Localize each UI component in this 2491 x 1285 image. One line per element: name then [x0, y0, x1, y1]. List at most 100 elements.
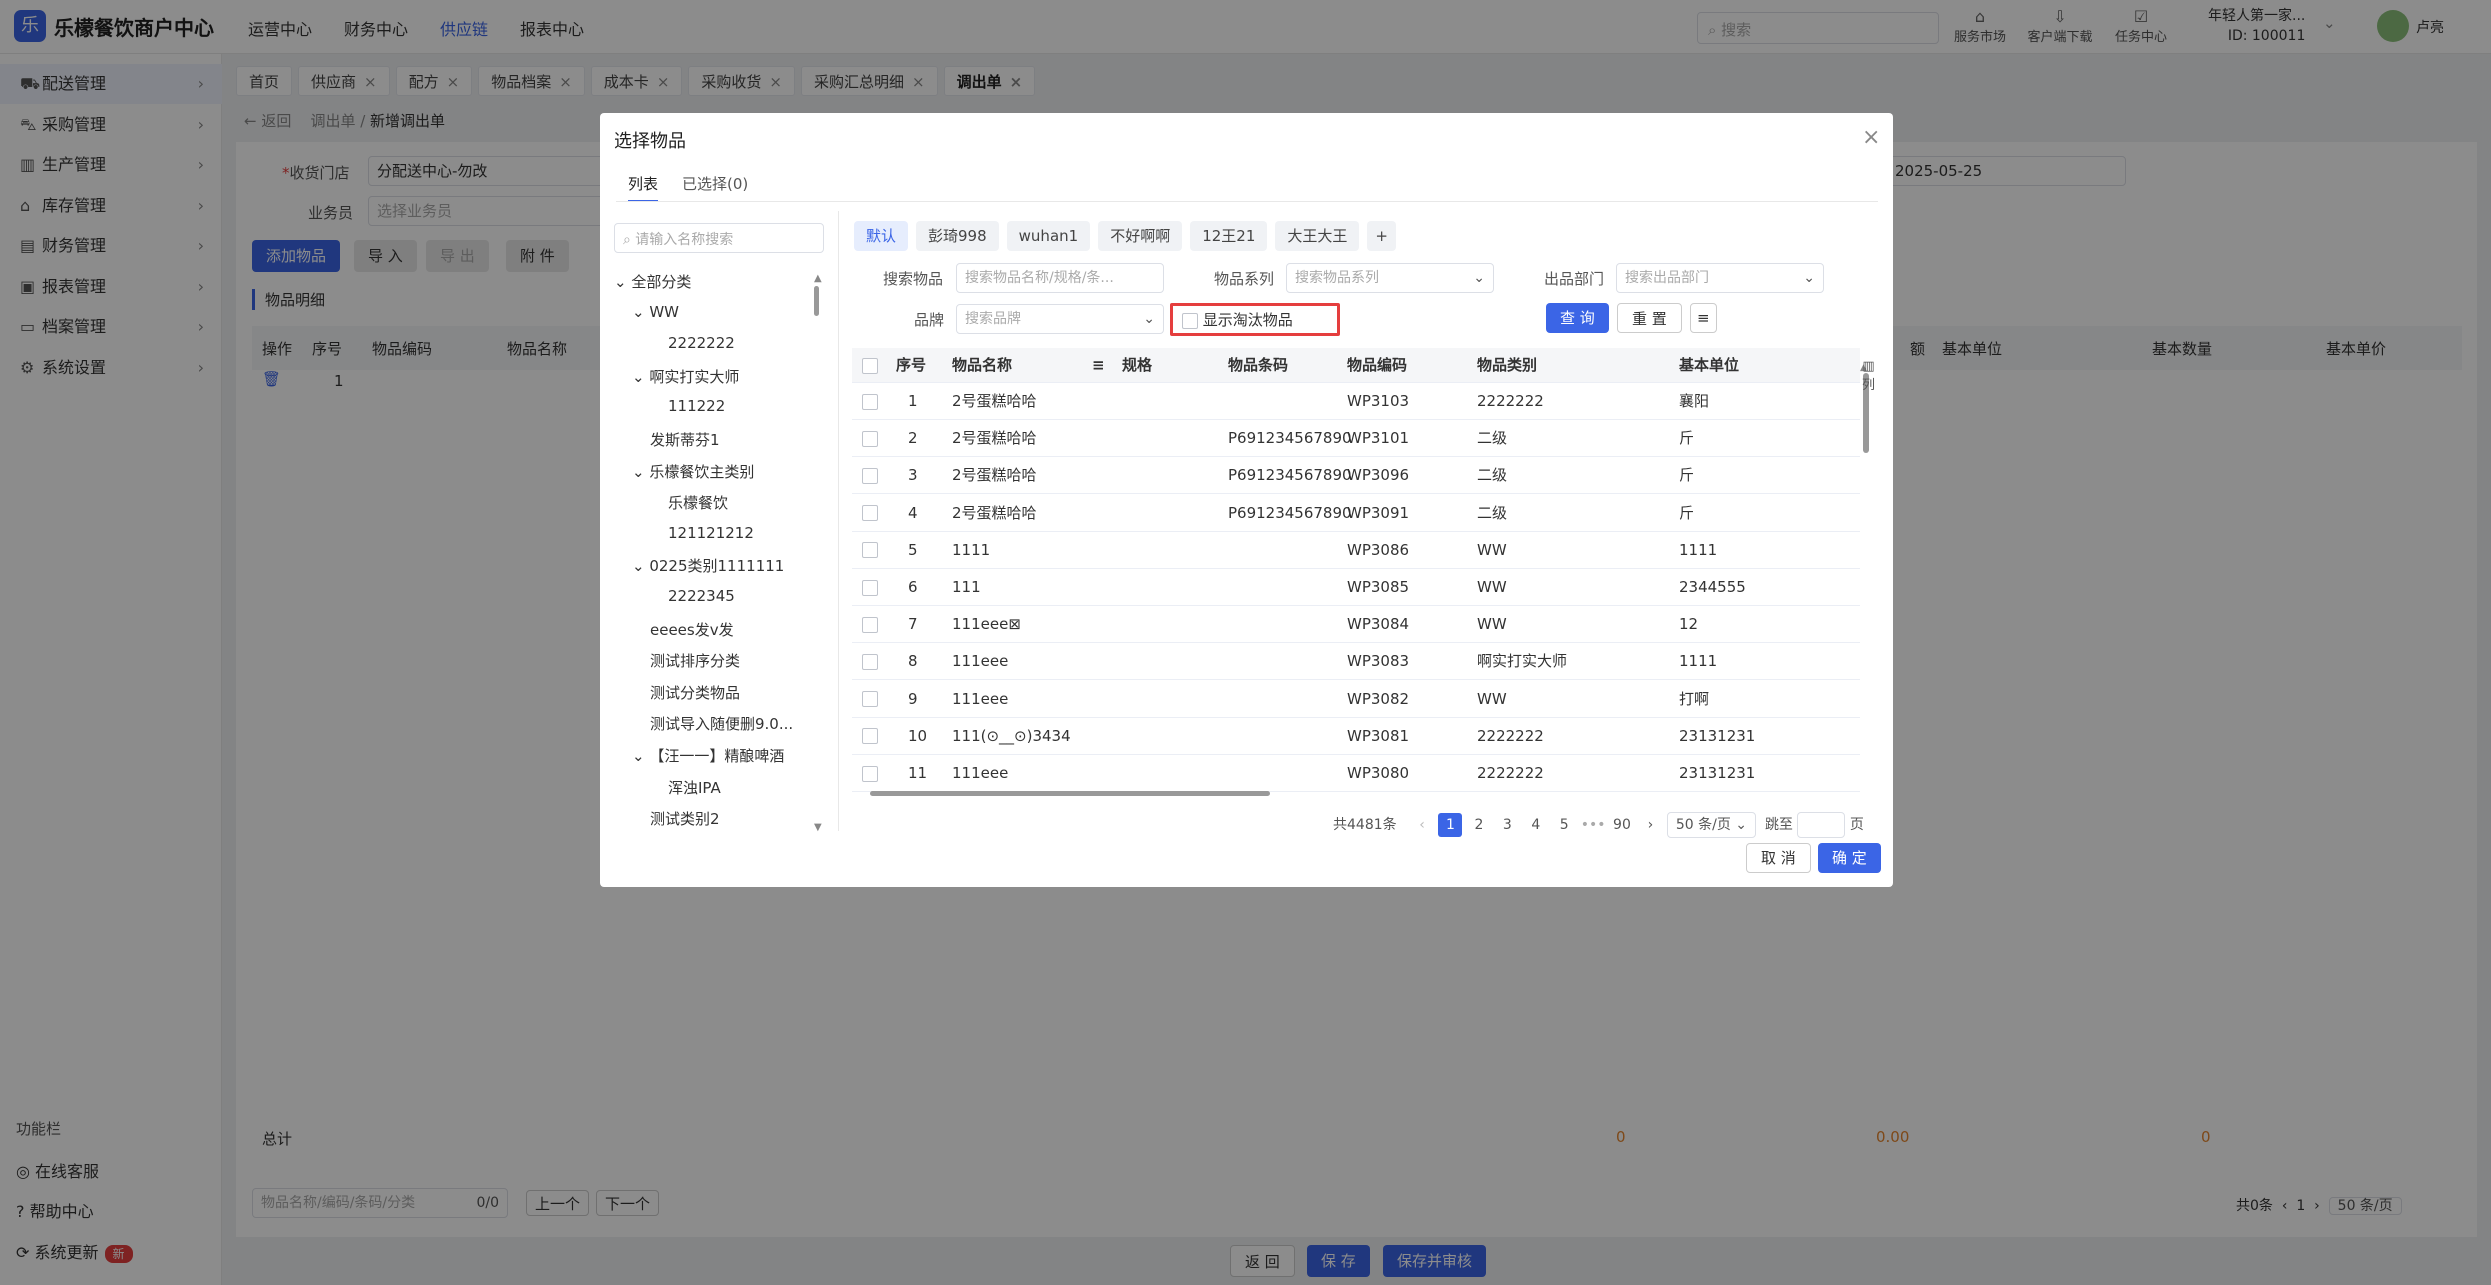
tree-node[interactable]: ⌄ 啊实打实大师	[632, 366, 739, 387]
tree-node[interactable]: ⌄ 0225类别1111111	[632, 555, 784, 576]
column-menu-icon[interactable]: ≡	[1092, 348, 1105, 383]
tree-node[interactable]: 121121212	[668, 524, 754, 542]
chevron-down-icon[interactable]: ⌄	[632, 368, 649, 386]
table-cell: 5	[908, 540, 918, 559]
row-checkbox[interactable]	[862, 430, 878, 447]
table-row[interactable]: 10 111(⊙__⊙)3434 WP3081 2222222 23131231	[852, 718, 1860, 755]
tree-node[interactable]: ⌄ 全部分类	[614, 271, 691, 292]
page-3[interactable]: 3	[1495, 813, 1519, 837]
page-5[interactable]: 5	[1552, 813, 1576, 837]
chevron-down-icon[interactable]: ⌄	[632, 747, 649, 765]
next-page-icon[interactable]: ›	[1638, 813, 1662, 837]
tree-node[interactable]: 111222	[668, 397, 725, 415]
page-last[interactable]: 90	[1610, 813, 1634, 837]
column-header[interactable]: 物品编码	[1347, 348, 1407, 383]
chip-preset[interactable]: 大王大王	[1275, 221, 1360, 251]
table-row[interactable]: 11 111eee WP3080 2222222 23131231	[852, 755, 1860, 792]
table-row[interactable]: 7 111eee⊠ WP3084 WW 12	[852, 606, 1860, 644]
dept-select[interactable]: 搜索出品部门 ⌄	[1616, 263, 1824, 293]
tree-node[interactable]: 浑浊IPA	[668, 777, 721, 798]
row-checkbox[interactable]	[862, 393, 878, 410]
chevron-down-icon[interactable]: ⌄	[632, 463, 649, 481]
close-icon[interactable]: ×	[1862, 125, 1880, 150]
row-checkbox[interactable]	[862, 728, 878, 745]
tree-node[interactable]: ⌄ 【汪一一】精酿啤酒	[632, 745, 784, 766]
table-row[interactable]: 6 111 WP3085 WW 2344555	[852, 569, 1860, 606]
table-cell: 6	[908, 578, 918, 596]
chevron-down-icon[interactable]: ⌄	[614, 273, 631, 291]
column-settings-button[interactable]: ▥ 列	[1862, 359, 1875, 393]
tree-node[interactable]: eeees发v发	[650, 619, 734, 640]
table-cell: 二级	[1477, 503, 1508, 522]
add-preset-icon[interactable]: +	[1367, 221, 1396, 251]
series-select[interactable]: 搜索物品系列 ⌄	[1286, 263, 1494, 293]
tree-node[interactable]: 2222222	[668, 334, 735, 352]
tab-list[interactable]: 列表	[628, 173, 659, 202]
reset-button[interactable]: 重 置	[1617, 303, 1682, 333]
column-header[interactable]: 规格	[1122, 348, 1152, 383]
page-size-select[interactable]: 50 条/页 ⌄	[1666, 812, 1757, 838]
tree-node[interactable]: ⌄ 乐檬餐饮主类别	[632, 461, 754, 482]
chip-preset[interactable]: 12王21	[1190, 221, 1268, 251]
chip-default[interactable]: 默认	[854, 221, 909, 251]
table-cell: 2号蛋糕哈哈	[952, 429, 1037, 448]
table-cell: 1	[908, 392, 918, 410]
tree-node[interactable]: 测试导入随便删9.0...	[650, 713, 793, 734]
table-row[interactable]: 9 111eee WP3082 WW 打啊	[852, 681, 1860, 718]
page-4[interactable]: 4	[1524, 813, 1548, 837]
column-header[interactable]: 物品名称	[952, 348, 1012, 383]
table-row[interactable]: 5 1111 WP3086 WW 1111	[852, 532, 1860, 569]
table-row[interactable]: 1 2号蛋糕哈哈 WP3103 2222222 襄阳	[852, 383, 1860, 420]
tree-node[interactable]: 测试排序分类	[650, 650, 740, 671]
column-header[interactable]: 基本单位	[1679, 348, 1739, 383]
show-obsolete-checkbox[interactable]: 显示淘汰物品	[1182, 309, 1293, 330]
table-cell: P691234567890	[1228, 429, 1352, 448]
column-header[interactable]: 序号	[896, 348, 926, 383]
item-search-input[interactable]: 搜索物品名称/规格/条...	[956, 263, 1164, 293]
table-cell: 1111	[1679, 540, 1718, 559]
table-row[interactable]: 2 2号蛋糕哈哈 P691234567890 WP3101 二级 斤	[852, 420, 1860, 458]
tree-node[interactable]: 发斯蒂芬1	[650, 429, 720, 450]
chip-preset[interactable]: wuhan1	[1006, 221, 1091, 251]
row-checkbox[interactable]	[862, 579, 878, 596]
cancel-button[interactable]: 取 消	[1746, 843, 1811, 873]
tree-node[interactable]: 测试类别2	[650, 808, 720, 829]
tree-node[interactable]: 2222345	[668, 587, 735, 605]
table-row[interactable]: 4 2号蛋糕哈哈 P691234567890 WP3091 二级 斤	[852, 495, 1860, 532]
table-hscroll[interactable]	[856, 791, 1856, 797]
filter-settings-icon[interactable]: ≡	[1690, 303, 1717, 333]
prev-page-icon[interactable]: ‹	[1410, 813, 1434, 837]
table-row[interactable]: 8 111eee WP3083 啊实打实大师 1111	[852, 643, 1860, 681]
item-pager: 共4481条 ‹ 1 2 3 4 5 ••• 90 › 50 条/页 ⌄ 跳至 …	[1333, 812, 1864, 838]
page-2[interactable]: 2	[1467, 813, 1491, 837]
row-checkbox[interactable]	[862, 505, 878, 522]
brand-select[interactable]: 搜索品牌 ⌄	[956, 304, 1164, 334]
tree-search-input[interactable]: ⌕ 请输入名称搜索	[614, 223, 824, 253]
row-checkbox[interactable]	[862, 616, 878, 633]
chip-preset[interactable]: 彭琦998	[916, 221, 999, 251]
tree-scrollbar[interactable]: ▲ ▼	[814, 273, 822, 833]
row-checkbox[interactable]	[862, 467, 878, 484]
columns-icon: ▥	[1862, 359, 1875, 374]
jump-page-input[interactable]	[1797, 812, 1846, 838]
select-all-checkbox[interactable]	[862, 357, 878, 374]
tab-selected[interactable]: 已选择(0)	[682, 173, 748, 194]
confirm-button[interactable]: 确 定	[1818, 843, 1881, 873]
page-1[interactable]: 1	[1438, 813, 1463, 837]
tree-node[interactable]: 测试分类物品	[650, 682, 740, 703]
row-checkbox[interactable]	[862, 542, 878, 559]
table-cell: 2	[908, 429, 918, 448]
tree-node[interactable]: 乐檬餐饮	[668, 492, 728, 513]
chevron-down-icon[interactable]: ⌄	[632, 303, 649, 321]
table-row[interactable]: 3 2号蛋糕哈哈 P691234567890 WP3096 二级 斤	[852, 457, 1860, 495]
row-checkbox[interactable]	[862, 765, 878, 782]
column-header[interactable]: 物品类别	[1477, 348, 1537, 383]
column-header[interactable]: 物品条码	[1228, 348, 1288, 383]
row-checkbox[interactable]	[862, 691, 878, 708]
chip-preset[interactable]: 不好啊啊	[1098, 221, 1183, 251]
table-scrollbar[interactable]: ▲	[1860, 363, 1874, 593]
query-button[interactable]: 查 询	[1546, 303, 1609, 333]
chevron-down-icon[interactable]: ⌄	[632, 557, 649, 575]
tree-node[interactable]: ⌄ WW	[632, 303, 679, 321]
row-checkbox[interactable]	[862, 653, 878, 670]
